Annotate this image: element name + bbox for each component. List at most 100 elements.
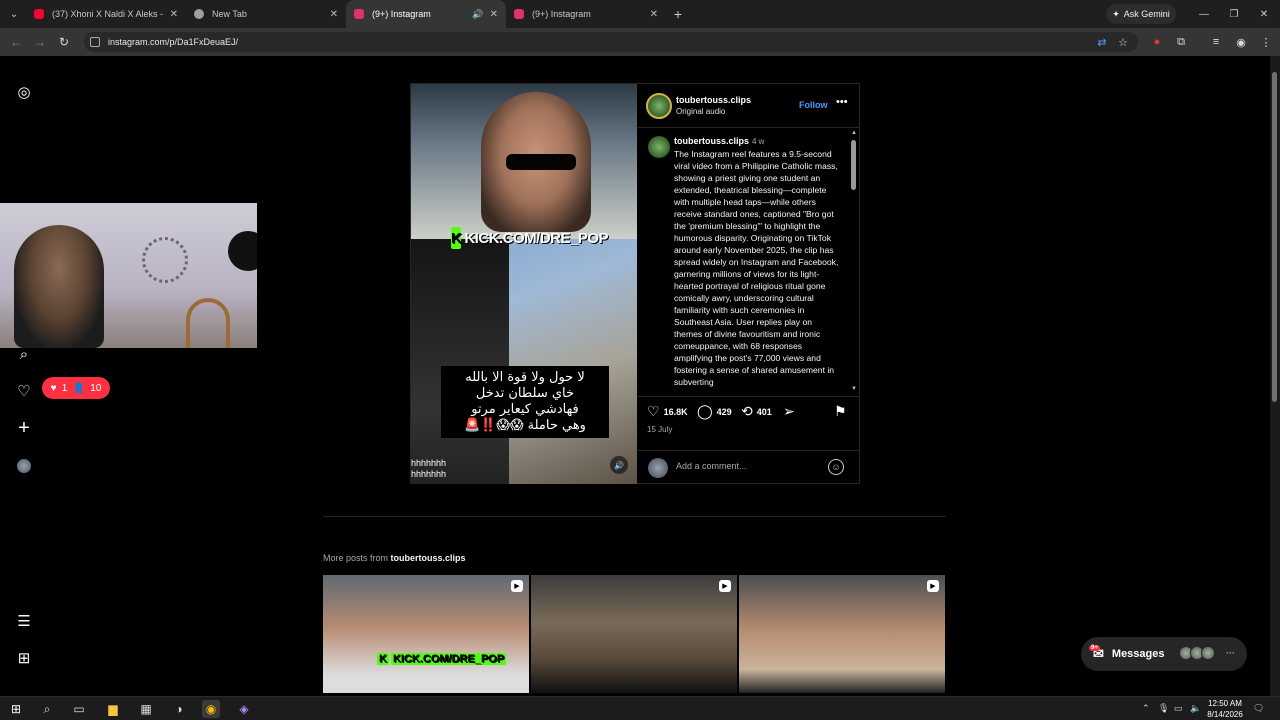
browser-tab[interactable]: (9+) Instagram ✕ [506,0,666,28]
comment-input[interactable] [676,461,816,471]
likes-count: 16.8K [663,406,688,417]
windows-start-icon[interactable]: ⊞ [7,700,25,718]
more-post-thumbnail[interactable]: ▶ [739,575,945,693]
more-dots-icon: ··· [1226,648,1235,658]
kick-logo-icon: K [451,227,462,249]
browser-tab-active[interactable]: (9+) Instagram 🔊 ✕ [346,0,506,28]
ask-gemini-button[interactable]: ✦ Ask Gemini [1106,4,1176,24]
speaker-icon[interactable]: 🔊 [472,9,483,20]
back-arrow-icon[interactable]: ← [4,30,28,54]
app-icon[interactable]: ◈ [235,700,253,718]
app-icon[interactable]: ◑ [170,700,188,718]
more-options-icon[interactable]: ••• [836,96,848,108]
post-modal: K KICK.COM/DRE_POP لا حول ولا قوة الا بال… [410,83,860,484]
profile-avatar[interactable] [14,456,34,476]
like-button[interactable]: ♡ 16.8K [647,403,688,420]
tray-chevron-icon[interactable]: ⌃ [1142,703,1150,714]
file-explorer-icon[interactable]: ▆ [104,700,122,718]
arabic-caption-overlay: لا حول ولا قوة الا بالله خاي سلطان تدخل … [441,366,609,438]
caption-scrollbar[interactable]: ▲ ▼ [850,130,858,392]
caption-avatar[interactable] [648,136,670,158]
heart-icon[interactable]: ♡ [14,381,34,401]
translate-icon[interactable]: ⇄ [1092,32,1112,52]
notification-pill[interactable]: ♥ 1 👤 10 [42,377,110,399]
more-post-thumbnail[interactable]: ▶ [531,575,737,693]
author-username[interactable]: toubertouss.clips [676,95,751,105]
caption-username[interactable]: toubertouss.clips [674,136,749,146]
extensions-puzzle-icon[interactable]: ⧉ [1171,32,1191,52]
save-button[interactable]: ⚑ [834,403,851,420]
restore-icon[interactable]: ❐ [1219,0,1249,28]
scroll-down-arrow-icon[interactable]: ▼ [850,386,858,392]
page-scrollbar[interactable] [1270,56,1280,696]
instagram-logo-icon[interactable]: ◎ [14,82,34,102]
comment-button[interactable]: ◯ 429 [697,403,732,420]
close-tab-icon[interactable]: ✕ [330,9,338,20]
new-tab-plus-icon[interactable]: + [666,6,690,22]
scrollbar-thumb[interactable] [851,140,856,190]
notif-follows-count: 10 [90,382,102,394]
messages-badge: 9+ [1089,645,1100,651]
audio-label[interactable]: Original audio [676,107,725,116]
follow-button[interactable]: Follow [799,100,828,110]
viewer-avatar [648,458,668,478]
reload-icon[interactable]: ↻ [52,30,76,54]
minimize-icon[interactable]: — [1189,0,1219,28]
author-avatar[interactable] [646,93,672,119]
clock-time: 12:50 AM [1208,699,1242,708]
youtube-favicon-icon [34,9,44,19]
tab-title: (37) Xhoni X Naldi X Aleks - Ps [52,9,164,19]
share-button[interactable]: ➢ [783,403,799,420]
browser-menu-icon[interactable]: ⋮ [1256,32,1276,52]
arabic-line: فهادشي كيعاير مرتو [471,402,579,417]
taskbar-clock[interactable]: 12:50 AM 8/14/2026 [1203,697,1247,720]
bookmark-star-icon[interactable]: ☆ [1113,32,1133,52]
forward-arrow-icon[interactable]: → [28,30,52,54]
close-window-icon[interactable]: ✕ [1249,0,1279,28]
create-plus-icon[interactable]: + [14,417,34,439]
menu-icon[interactable]: ☰ [14,611,34,631]
browser-tab[interactable]: (37) Xhoni X Naldi X Aleks - Ps ✕ [26,0,186,28]
page-scrollbar-thumb[interactable] [1272,72,1277,402]
network-icon[interactable]: ▭ [1174,703,1183,714]
close-tab-icon[interactable]: ✕ [650,9,658,20]
scroll-up-arrow-icon[interactable]: ▲ [850,130,858,136]
browser-toolbar: ← → ↻ instagram.com/p/Da1FxDeuaEJ/ [0,28,1280,56]
chrome-taskbar-icon[interactable]: ◉ [202,700,220,718]
messages-button[interactable]: ✉ 9+ Messages ··· [1081,637,1247,671]
more-posts-username[interactable]: toubertouss.clips [391,553,466,563]
media-control-icon[interactable]: ≡ [1206,32,1226,52]
more-posts-label: More posts from [323,553,389,563]
taskbar-search-icon[interactable]: ⌕ [38,700,56,718]
store-icon[interactable]: ▦ [137,700,155,718]
address-bar[interactable]: instagram.com/p/Da1FxDeuaEJ/ [84,32,1138,52]
caption-block: toubertouss.clips 4 w The Instagram reel… [638,130,850,392]
emoji-icon[interactable]: ☺ [828,459,844,475]
chrome-favicon-icon [194,9,204,19]
browser-tab[interactable]: New Tab ✕ [186,0,346,28]
hh-line: hhhhhhh [411,458,447,468]
volume-icon[interactable]: 🔊 [610,456,628,474]
repost-icon: ⟲ [741,403,753,419]
extension-record-icon[interactable]: ● [1147,32,1167,52]
notification-center-icon[interactable]: 🗨 [1253,703,1264,714]
site-info-icon[interactable] [90,37,100,47]
reel-video[interactable]: K KICK.COM/DRE_POP لا حول ولا قوة الا بال… [411,84,637,484]
more-post-thumbnail[interactable]: ▶ K KICK.COM/DRE_POP [323,575,529,693]
tab-search-chevron-icon[interactable]: ⌄ [2,2,26,26]
bookmark-icon: ⚑ [834,403,847,419]
close-tab-icon[interactable]: ✕ [490,9,498,20]
section-divider [323,516,946,517]
arabic-line: خاي سلطان تدخل [475,386,575,401]
wall-mirror [142,237,188,283]
repost-button[interactable]: ⟲ 401 [741,403,772,420]
more-apps-icon[interactable]: ⊞ [14,648,34,668]
profile-avatar-icon[interactable]: ◉ [1231,32,1251,52]
webcam-overlay [0,203,257,348]
close-tab-icon[interactable]: ✕ [170,9,178,20]
reel-icon: ▶ [927,580,939,592]
speaker-tray-icon[interactable]: 🔈 [1190,703,1201,714]
microphone-icon[interactable]: 🎙 [1158,703,1169,714]
task-view-icon[interactable]: ▭ [70,700,88,718]
instagram-favicon-icon [354,9,364,19]
